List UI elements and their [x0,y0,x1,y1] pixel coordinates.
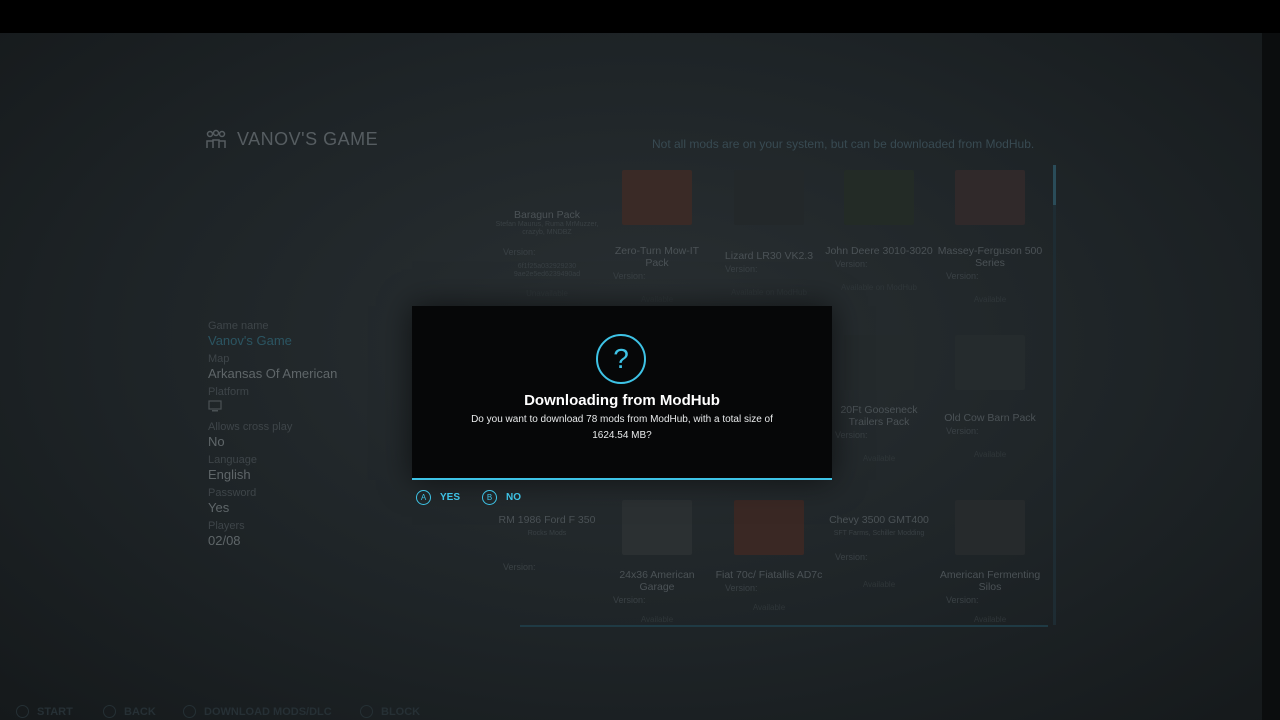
footer-bar: START BACK DOWNLOAD MODS/DLC BLOCK [0,700,1280,720]
mod-tile[interactable]: American Fermenting Silos Version: Avail… [936,500,1044,624]
dialog-title: Downloading from ModHub [524,392,720,409]
page-title: VANOV'S GAME [237,128,379,149]
dialog-message: Do you want to download 78 mods from Mod… [471,414,773,441]
mod-author: Rocks Mods [527,530,567,537]
grid-underline [520,625,1048,627]
back-label: BACK [124,705,156,718]
mod-thumbnail [844,170,914,225]
modhub-notice: Not all mods are on your system, but can… [652,137,1035,151]
yes-button[interactable]: A YES [416,490,460,505]
b-button-icon: B [482,490,498,505]
mod-status: Available [752,603,786,612]
right-letterbox [1262,33,1280,720]
mod-name: Massey-Ferguson 500 Series [937,245,1043,269]
mod-version: Version: [503,562,536,572]
mod-name: 24x36 American Garage [619,569,695,593]
mod-status: Available [862,454,896,463]
mod-tile[interactable]: Zero-Turn Mow-IT Pack Version: Available [603,170,711,304]
mod-thumbnail [955,500,1025,555]
mod-status: Available [640,295,674,304]
mod-status: Available on ModHub [731,288,807,297]
mod-name: Fiat 70c/ Fiatallis AD7c [715,569,823,581]
mod-status: Available [862,580,896,589]
mod-tile[interactable]: 24x36 American Garage Version: Available [603,500,711,624]
mod-tile[interactable]: John Deere 3010-3020 Version: Available … [825,170,933,292]
mod-version: Version: [946,426,979,436]
mod-thumbnail [844,335,914,390]
mod-author: Stefan Maurus, Ruma MrMuzzer, crazyb, MN… [495,221,599,236]
platform-icon [208,400,222,412]
mod-thumbnail [734,170,804,225]
mod-version: Version: [946,271,979,281]
start-label: START [37,705,73,718]
dialog-actions: A YES B NO [416,490,521,505]
mod-tile[interactable]: Massey-Ferguson 500 Series Version: Avai… [936,170,1044,304]
mod-status: Available [973,295,1007,304]
mod-thumbnail [622,170,692,225]
mod-version: Version: [613,271,646,281]
scrollbar-thumb[interactable] [1053,165,1056,205]
no-button[interactable]: B NO [482,490,521,505]
mod-tile[interactable]: RM 1986 Ford F 350 Rocks Mods Version: [493,510,601,572]
mod-thumbnail [622,500,692,555]
question-icon: ? [596,334,646,384]
back-button[interactable]: BACK [103,705,156,718]
mod-status: Available [640,615,674,624]
mod-version: Version: [946,595,979,605]
yes-label: YES [440,492,461,503]
block-label: BLOCK [381,705,421,718]
mod-hash: 6f1f25a032929230 9ae2e5ed6239490ad [513,263,581,278]
mod-name: Baragun Pack [514,209,580,221]
mod-tile[interactable]: 20Ft Gooseneck Trailers Pack Version: Av… [825,335,933,463]
button-glyph-icon [360,705,373,718]
players-icon [206,129,226,148]
mod-tile[interactable]: Baragun Pack Stefan Maurus, Ruma MrMuzze… [493,205,601,298]
mod-author: SFT Farms, Schiller Modding [833,530,925,537]
mod-name: Lizard LR30 VK2.3 [724,250,814,262]
mod-tile[interactable]: Fiat 70c/ Fiatallis AD7c Version: Availa… [715,500,823,612]
mod-thumbnail [955,170,1025,225]
mod-tile[interactable]: Chevy 3500 GMT400 SFT Farms, Schiller Mo… [825,510,933,589]
info-label: Players [208,520,245,532]
mod-name: RM 1986 Ford F 350 [498,514,596,526]
mod-thumbnail [734,500,804,555]
mod-status: Available on ModHub [841,283,917,292]
page-header: VANOV'S GAME [205,128,378,150]
start-button[interactable]: START [16,705,73,718]
info-value: 02/08 [208,533,241,548]
mod-tile[interactable]: Old Cow Barn Pack Version: Available [936,335,1044,459]
mod-version: Version: [725,583,758,593]
a-button-icon: A [416,490,431,505]
mod-status: Unavailable [526,289,568,298]
mod-name: 20Ft Gooseneck Trailers Pack [840,404,918,428]
mod-name: Old Cow Barn Pack [944,412,1036,424]
mod-status: Available [973,615,1007,624]
mod-tile[interactable]: Lizard LR30 VK2.3 Version: Available on … [715,170,823,297]
button-glyph-icon [103,705,116,718]
mod-thumbnail [955,335,1025,390]
download-mods-button[interactable]: DOWNLOAD MODS/DLC [183,705,332,718]
mod-status: Available [973,450,1007,459]
download-dialog: ? Downloading from ModHub Do you want to… [412,306,832,480]
mod-version: Version: [613,595,646,605]
mod-version: Version: [725,264,758,274]
no-label: NO [506,492,522,503]
top-letterbox [0,0,1280,33]
download-mods-label: DOWNLOAD MODS/DLC [204,705,332,718]
mod-version: Version: [835,259,868,269]
mod-list-scrollbar[interactable] [1053,165,1056,625]
button-glyph-icon [16,705,29,718]
mod-name: Chevy 3500 GMT400 [829,514,929,526]
mod-version: Version: [503,247,536,257]
mod-name: American Fermenting Silos [939,569,1041,593]
mod-name: John Deere 3010-3020 [825,245,933,257]
mod-name: Zero-Turn Mow-IT Pack [614,245,700,269]
info-row-players: Players 02/08 [208,520,468,549]
button-glyph-icon [183,705,196,718]
block-button[interactable]: BLOCK [360,705,420,718]
mod-version: Version: [835,552,868,562]
mod-version: Version: [835,430,868,440]
